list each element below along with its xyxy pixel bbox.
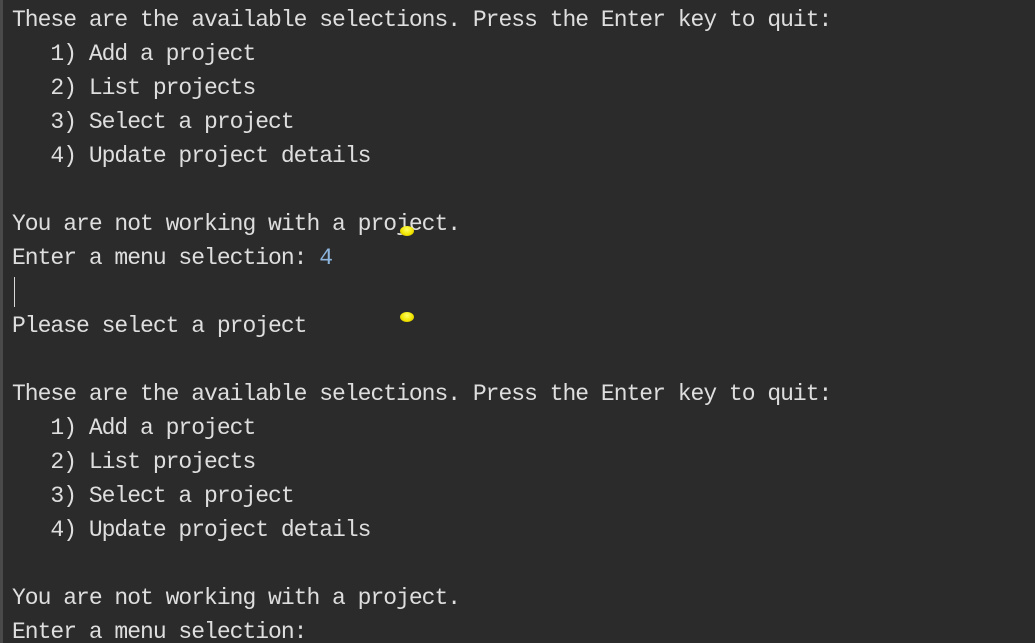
menu-option-update: 4) Update project details [12,517,371,543]
menu-option-list: 2) List projects [12,449,256,475]
project-status: You are not working with a project. [12,585,461,611]
menu-prompt: Enter a menu selection: [12,619,307,643]
menu-option-select: 3) Select a project [12,109,294,135]
console-output[interactable]: These are the available selections. Pres… [0,0,1035,643]
menu-option-select: 3) Select a project [12,483,294,509]
mouse-pointer-marker [400,226,414,236]
mouse-pointer-marker [400,312,414,322]
text-caret [14,277,15,307]
menu-header: These are the available selections. Pres… [12,7,832,33]
select-project-message: Please select a project [12,313,307,339]
user-input-value: 4 [319,245,333,271]
project-status: You are not working with a project. [12,211,461,237]
menu-option-add: 1) Add a project [12,415,256,441]
menu-option-add: 1) Add a project [12,41,256,67]
menu-header: These are the available selections. Pres… [12,381,832,407]
menu-option-list: 2) List projects [12,75,256,101]
menu-prompt: Enter a menu selection: [12,245,320,271]
menu-prompt-line: Enter a menu selection: 4 [12,241,333,275]
menu-option-update: 4) Update project details [12,143,371,169]
